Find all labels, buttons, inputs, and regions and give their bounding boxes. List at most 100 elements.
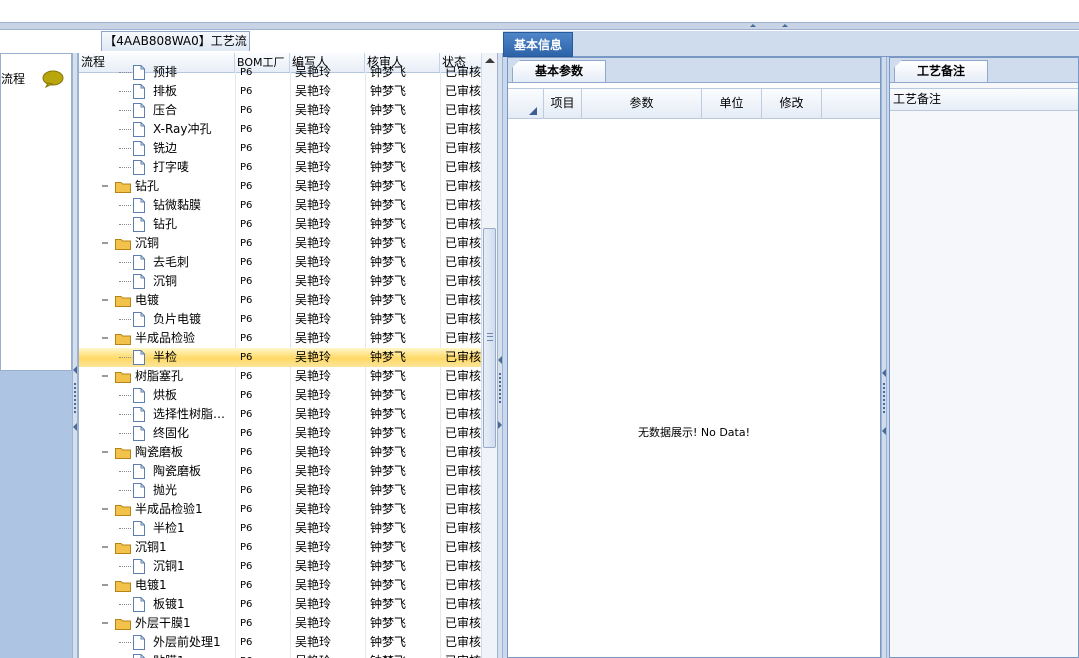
reviewer-cell: 钟梦飞 xyxy=(370,616,407,630)
table-row[interactable]: 打字唛 P6 吴艳玲 钟梦飞 已审核 xyxy=(79,158,481,177)
col-header-modify[interactable]: 修改 xyxy=(762,89,822,118)
tree-folder-row[interactable]: 电镀 P6 吴艳玲 钟梦飞 已审核 xyxy=(79,291,481,310)
tree-folder-row[interactable]: 陶瓷磨板 P6 吴艳玲 钟梦飞 已审核 xyxy=(79,443,481,462)
tree-collapse-icon[interactable] xyxy=(101,581,109,589)
tab-basic-params[interactable]: 基本参数 xyxy=(512,60,606,82)
table-row[interactable]: 半检 P6 吴艳玲 钟梦飞 已审核 xyxy=(79,348,481,367)
tab-process-notes-label: 工艺备注 xyxy=(916,64,965,78)
scroll-up-arrow-icon[interactable] xyxy=(485,58,495,63)
table-row[interactable]: 负片电镀 P6 吴艳玲 钟梦飞 已审核 xyxy=(79,310,481,329)
process-flow-grid: 流程 BOM工厂 编写人 核审人 状态 预排 P6 吴艳玲 钟梦飞 已审核 排板 P6 吴艳玲… xyxy=(78,53,498,658)
table-row[interactable]: 贴膜1 P6 吴艳玲 钟梦飞 已审核 xyxy=(79,652,481,658)
tree-collapse-icon[interactable] xyxy=(101,239,109,247)
tree-folder-row[interactable]: 钻孔 P6 吴艳玲 钟梦飞 已审核 xyxy=(79,177,481,196)
col-header-unit[interactable]: 单位 xyxy=(702,89,762,118)
status-cell: 已审核 xyxy=(445,521,481,535)
table-row[interactable]: 铣边 P6 吴艳玲 钟梦飞 已审核 xyxy=(79,139,481,158)
bom-cell: P6 xyxy=(240,276,253,287)
tree-connector xyxy=(119,224,131,226)
status-cell: 已审核 xyxy=(445,84,481,98)
expand-middle-arrow-icon[interactable] xyxy=(498,421,502,429)
tree-collapse-icon[interactable] xyxy=(101,448,109,456)
grid-scrollbar[interactable] xyxy=(481,53,497,658)
col-header-item[interactable]: 项目 xyxy=(544,89,582,118)
right-splitter[interactable] xyxy=(881,57,887,658)
comment-bubble-icon[interactable] xyxy=(42,70,64,88)
bom-cell: P6 xyxy=(240,124,253,135)
tree-connector xyxy=(119,604,131,606)
tree-connector xyxy=(119,72,131,74)
folder-icon xyxy=(115,334,131,345)
col-header-param[interactable]: 参数 xyxy=(582,89,702,118)
reviewer-cell: 钟梦飞 xyxy=(370,369,407,383)
tree-node-label: 铣边 xyxy=(153,141,178,155)
table-row[interactable]: 半检1 P6 吴艳玲 钟梦飞 已审核 xyxy=(79,519,481,538)
sort-corner-icon xyxy=(529,107,537,115)
tree-node-label: 去毛刺 xyxy=(153,255,190,269)
status-cell: 已审核 xyxy=(445,331,481,345)
collapse-left-arrow-icon[interactable] xyxy=(73,366,77,374)
table-row[interactable]: 沉铜 P6 吴艳玲 钟梦飞 已审核 xyxy=(79,272,481,291)
table-row[interactable]: 烘板 P6 吴艳玲 钟梦飞 已审核 xyxy=(79,386,481,405)
tree-collapse-icon[interactable] xyxy=(101,505,109,513)
status-cell: 已审核 xyxy=(445,483,481,497)
tree-node-label: 外层干膜1 xyxy=(135,616,191,630)
document-icon xyxy=(133,350,145,365)
status-cell: 已审核 xyxy=(445,293,481,307)
tree-folder-row[interactable]: 电镀1 P6 吴艳玲 钟梦飞 已审核 xyxy=(79,576,481,595)
tab-basic-info[interactable]: 基本信息 xyxy=(503,32,573,57)
status-cell: 已审核 xyxy=(445,597,481,611)
tree-collapse-icon[interactable] xyxy=(101,296,109,304)
folder-icon xyxy=(115,505,131,516)
tab-process-notes[interactable]: 工艺备注 xyxy=(894,60,988,82)
table-row[interactable]: 外层前处理1 P6 吴艳玲 钟梦飞 已审核 xyxy=(79,633,481,652)
table-row[interactable]: 板镀1 P6 吴艳玲 钟梦飞 已审核 xyxy=(79,595,481,614)
tree-folder-row[interactable]: 外层干膜1 P6 吴艳玲 钟梦飞 已审核 xyxy=(79,614,481,633)
top-collapse-handle[interactable] xyxy=(750,23,788,27)
table-row[interactable]: 预排 P6 吴艳玲 钟梦飞 已审核 xyxy=(79,63,481,82)
col-header-corner xyxy=(508,89,544,118)
tree-collapse-icon[interactable] xyxy=(101,619,109,627)
tree-collapse-icon[interactable] xyxy=(101,334,109,342)
collapse-middle-arrow-icon[interactable] xyxy=(498,356,502,364)
table-row[interactable]: 抛光 P6 吴艳玲 钟梦飞 已审核 xyxy=(79,481,481,500)
bom-cell: P6 xyxy=(240,181,253,192)
tree-folder-row[interactable]: 沉铜 P6 吴艳玲 钟梦飞 已审核 xyxy=(79,234,481,253)
document-icon xyxy=(133,217,145,232)
table-row[interactable]: 陶瓷磨板 P6 吴艳玲 钟梦飞 已审核 xyxy=(79,462,481,481)
tree-folder-row[interactable]: 半成品检验1 P6 吴艳玲 钟梦飞 已审核 xyxy=(79,500,481,519)
collapse-right-arrow-icon-2[interactable] xyxy=(882,427,886,435)
table-row[interactable]: X-Ray冲孔 P6 吴艳玲 钟梦飞 已审核 xyxy=(79,120,481,139)
tree-connector xyxy=(119,281,131,283)
table-row[interactable]: 终固化 P6 吴艳玲 钟梦飞 已审核 xyxy=(79,424,481,443)
reviewer-cell: 钟梦飞 xyxy=(370,331,407,345)
reviewer-cell: 钟梦飞 xyxy=(370,597,407,611)
collapse-left-arrow-icon-2[interactable] xyxy=(73,423,77,431)
tree-connector xyxy=(119,395,131,397)
collapse-right-arrow-icon[interactable] xyxy=(882,369,886,377)
tree-collapse-icon[interactable] xyxy=(101,543,109,551)
tree-folder-row[interactable]: 树脂塞孔 P6 吴艳玲 钟梦飞 已审核 xyxy=(79,367,481,386)
table-row[interactable]: 选择性树脂… P6 吴艳玲 钟梦飞 已审核 xyxy=(79,405,481,424)
tree-collapse-icon[interactable] xyxy=(101,182,109,190)
table-row[interactable]: 沉铜1 P6 吴艳玲 钟梦飞 已审核 xyxy=(79,557,481,576)
table-row[interactable]: 钻微黏膜 P6 吴艳玲 钟梦飞 已审核 xyxy=(79,196,481,215)
table-row[interactable]: 排板 P6 吴艳玲 钟梦飞 已审核 xyxy=(79,82,481,101)
bom-cell: P6 xyxy=(240,561,253,572)
tree-collapse-icon[interactable] xyxy=(101,372,109,380)
table-row[interactable]: 压合 P6 吴艳玲 钟梦飞 已审核 xyxy=(79,101,481,120)
reviewer-cell: 钟梦飞 xyxy=(370,502,407,516)
table-row[interactable]: 钻孔 P6 吴艳玲 钟梦飞 已审核 xyxy=(79,215,481,234)
reviewer-cell: 钟梦飞 xyxy=(370,540,407,554)
scrollbar-thumb[interactable] xyxy=(483,228,496,448)
tree-folder-row[interactable]: 半成品检验 P6 吴艳玲 钟梦飞 已审核 xyxy=(79,329,481,348)
table-row[interactable]: 去毛刺 P6 吴艳玲 钟梦飞 已审核 xyxy=(79,253,481,272)
tree-folder-row[interactable]: 沉铜1 P6 吴艳玲 钟梦飞 已审核 xyxy=(79,538,481,557)
tree-connector xyxy=(119,205,131,207)
tab-process-flow[interactable]: 【4AAB808WA0】工艺流程 xyxy=(101,31,250,67)
writer-cell: 吴艳玲 xyxy=(295,521,332,535)
sidebar-label: 流程 xyxy=(1,72,26,86)
writer-cell: 吴艳玲 xyxy=(295,464,332,478)
status-cell: 已审核 xyxy=(445,578,481,592)
tree-connector xyxy=(119,129,131,131)
